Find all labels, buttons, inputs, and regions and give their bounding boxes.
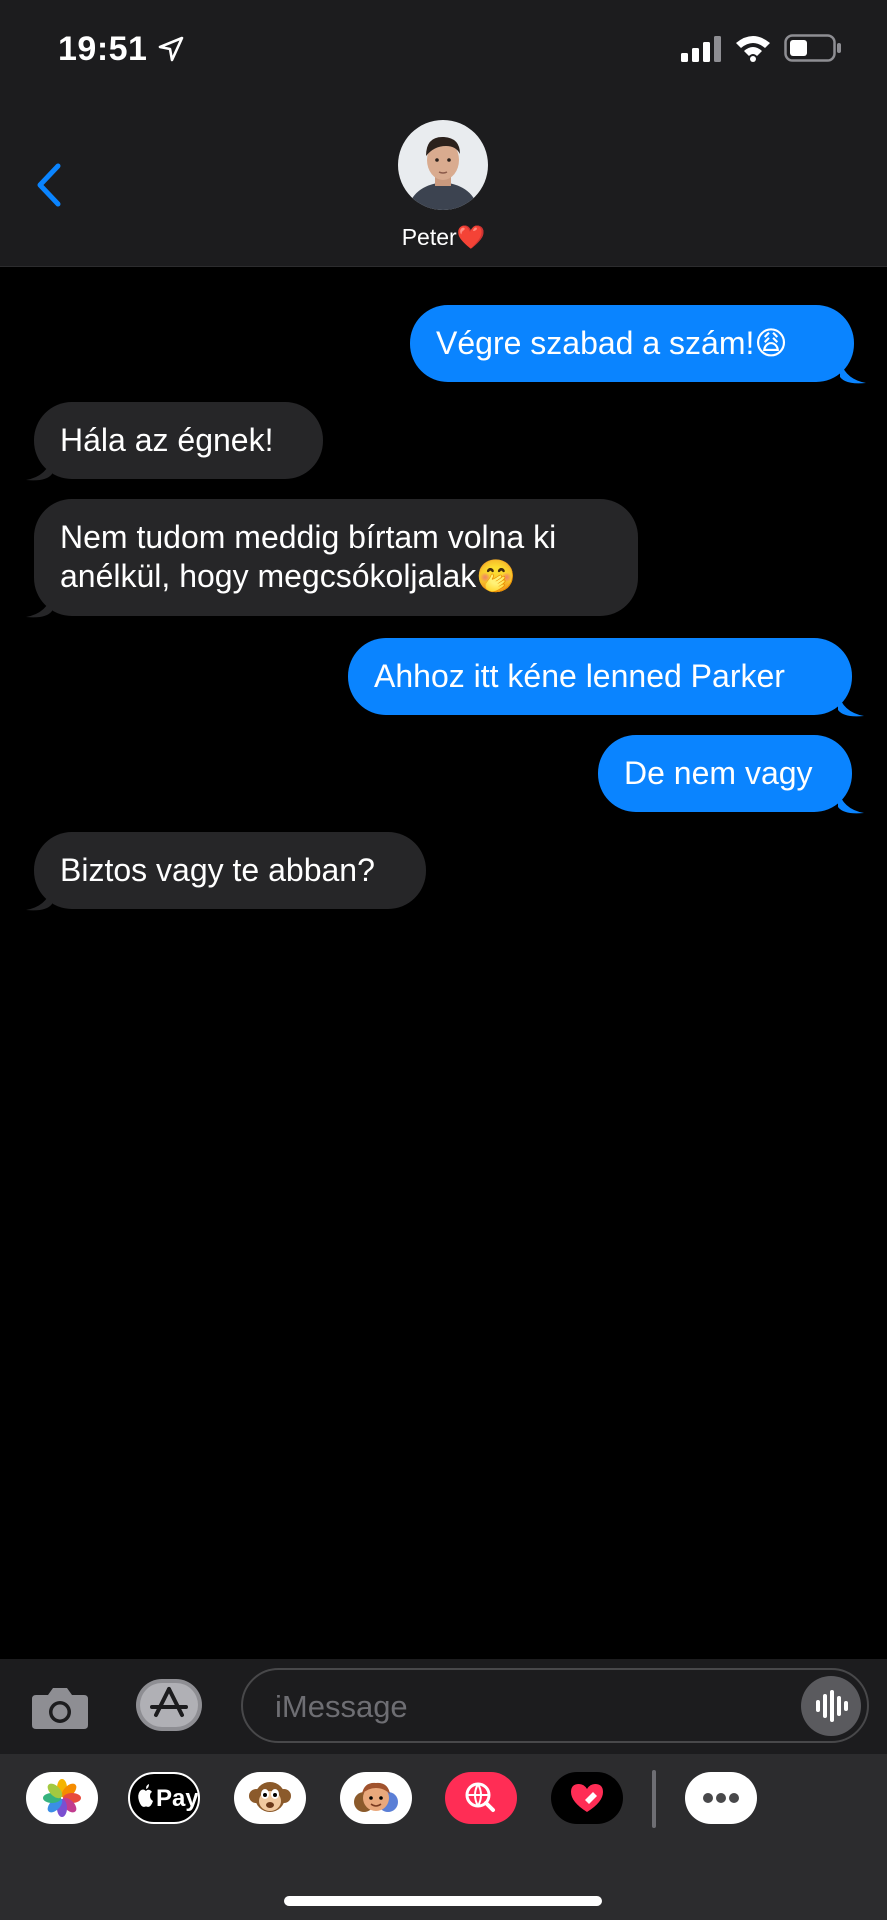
bubble-tail [840, 359, 866, 384]
more-apps-icon[interactable] [685, 1772, 757, 1824]
contact-photo [398, 120, 488, 210]
cellular-signal-icon [681, 36, 721, 62]
status-bar: 19:51 [0, 0, 887, 100]
photos-app-icon[interactable] [26, 1772, 98, 1824]
location-arrow-icon [158, 36, 184, 62]
message-input-field[interactable] [241, 1668, 869, 1743]
bubble-tail [26, 456, 52, 481]
message-text: Ahhoz itt kéne lenned Parker [374, 658, 785, 694]
image-search-icon[interactable] [445, 1772, 517, 1824]
bubble-tail [838, 789, 864, 814]
apple-pay-icon[interactable]: Pay [128, 1772, 200, 1824]
bubble-tail [26, 886, 52, 911]
heart-emoji: ❤️ [456, 224, 486, 250]
wifi-icon [736, 36, 770, 62]
audio-message-button[interactable] [801, 1676, 861, 1736]
memoji-faces-icon [354, 1782, 398, 1812]
bubble-tail [838, 692, 864, 717]
status-time: 19:51 [58, 30, 148, 68]
message-bubble-outgoing[interactable]: Végre szabad a szám!😩 [410, 305, 854, 382]
digital-touch-icon[interactable] [551, 1772, 623, 1824]
drawer-divider [652, 1770, 656, 1828]
ellipsis-icon [703, 1793, 739, 1803]
message-text: Végre szabad a szám!😩 [436, 325, 788, 361]
globe-search-icon [465, 1782, 495, 1812]
home-indicator[interactable] [284, 1896, 602, 1906]
conversation-header: Peter❤️ [0, 100, 887, 267]
animoji-icon[interactable] [234, 1772, 306, 1824]
message-text: De nem vagy [624, 755, 813, 791]
photos-flower-icon [43, 1779, 81, 1817]
message-text-line: anélkül, hogy megcsókoljalak🤭 [60, 558, 517, 594]
app-store-icon[interactable] [134, 1677, 204, 1733]
message-text: Biztos vagy te abban? [60, 852, 375, 888]
apple-pay-label: Pay [156, 1785, 199, 1812]
waveform-icon [816, 1690, 848, 1722]
back-chevron-icon[interactable] [30, 160, 70, 210]
contact-avatar[interactable] [398, 120, 488, 210]
message-input[interactable] [273, 1684, 797, 1730]
message-text: Hála az égnek! [60, 422, 274, 458]
contact-name[interactable]: Peter❤️ [0, 224, 887, 251]
bubble-tail [26, 593, 52, 618]
battery-icon [784, 34, 841, 62]
heart-touch-icon [571, 1784, 603, 1812]
message-bubble-incoming[interactable]: Nem tudom meddig bírtam volna ki anélkül… [34, 499, 638, 616]
message-thread[interactable]: Végre szabad a szám!😩 Hála az égnek! Nem… [0, 267, 887, 1659]
monkey-face-icon [249, 1782, 291, 1812]
message-bubble-outgoing[interactable]: Ahhoz itt kéne lenned Parker [348, 638, 852, 715]
message-bubble-incoming[interactable]: Hála az égnek! [34, 402, 323, 479]
camera-icon[interactable] [30, 1683, 90, 1733]
memoji-icon[interactable] [340, 1772, 412, 1824]
app-drawer: Pay [0, 1754, 887, 1920]
message-bubble-incoming[interactable]: Biztos vagy te abban? [34, 832, 426, 909]
message-bubble-outgoing[interactable]: De nem vagy [598, 735, 852, 812]
contact-name-text: Peter [401, 224, 457, 250]
message-text-line: Nem tudom meddig bírtam volna ki [60, 519, 557, 555]
composer-bar [0, 1659, 887, 1754]
